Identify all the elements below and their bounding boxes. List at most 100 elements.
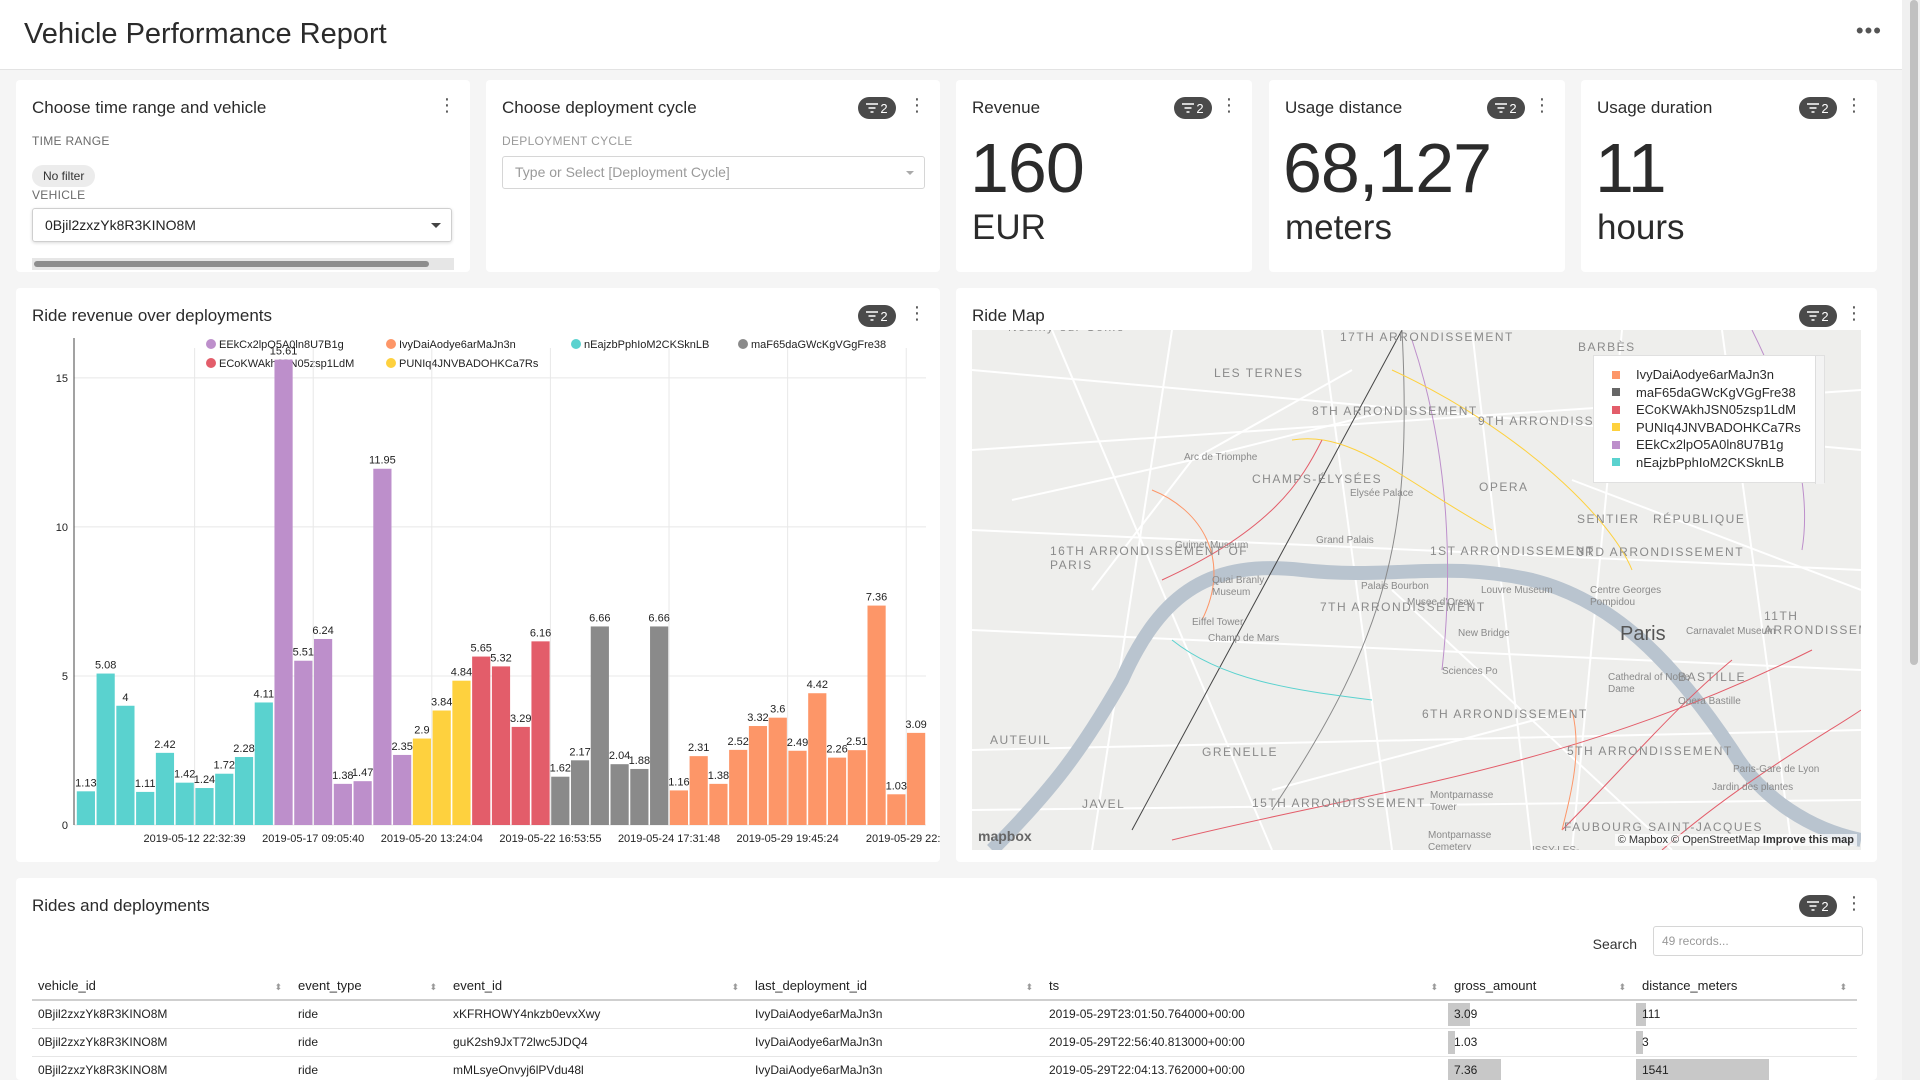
- legend-swatch: [571, 339, 581, 349]
- more-options-icon[interactable]: •••: [1856, 18, 1882, 44]
- map-legend-item: ECoKWAkhJSN05zsp1LdM: [1612, 401, 1824, 419]
- chart-bar: [610, 764, 629, 825]
- chart-bar: [630, 768, 649, 825]
- cell-event-type: ride: [292, 1056, 447, 1080]
- map-place-label: 7TH ARRONDISSEMENT: [1320, 600, 1486, 614]
- kpi-unit: meters: [1285, 208, 1392, 247]
- cell-event-id: guK2sh9JxT72lwc5JDQ4: [447, 1028, 749, 1057]
- card-menu-icon[interactable]: ⋮: [1845, 894, 1863, 912]
- map-legend-item: PUNIq4JNVBADOHKCa7Rs: [1612, 419, 1824, 437]
- bar-data-label: 5.32: [490, 652, 511, 664]
- column-header-event-type[interactable]: event_type ⬍: [292, 972, 447, 1001]
- legend-label: EEkCx2lpO5A0ln8U7B1g: [1636, 437, 1784, 453]
- map-place-label: Jardin des plantes: [1712, 782, 1794, 793]
- sort-icon[interactable]: ⬍: [1618, 982, 1626, 993]
- cell-last-deployment-id: IvyDaiAodye6arMaJn3n: [749, 1028, 1043, 1057]
- attribution-text[interactable]: © Mapbox © OpenStreetMap: [1618, 834, 1760, 846]
- kpi-card-revenue: Revenue 2 ⋮ 160 EUR: [956, 80, 1252, 272]
- x-tick-label: 2019-05-29 22:5: [866, 833, 940, 845]
- map-place-label: SENTIER: [1577, 512, 1640, 526]
- filter-badge[interactable]: 2: [1799, 305, 1837, 327]
- column-header-vehicle-id[interactable]: vehicle_id ⬍: [32, 972, 292, 1001]
- bar-data-label: 5.65: [471, 643, 492, 655]
- legend-label: PUNIq4JNVBADOHKCa7Rs: [399, 358, 539, 370]
- improve-map-link[interactable]: Improve this map: [1763, 834, 1854, 846]
- bar-data-label: 3.09: [905, 719, 926, 731]
- cell-value: 3.09: [1454, 1007, 1478, 1022]
- legend-swatch: [386, 339, 396, 349]
- page-scrollbar[interactable]: [1902, 0, 1920, 1080]
- chevron-down-icon: [906, 171, 914, 175]
- column-header-event-id[interactable]: event_id ⬍: [447, 972, 749, 1001]
- ride-path: [1561, 709, 1577, 831]
- bar-data-label: 2.49: [787, 737, 808, 749]
- chart-bar: [195, 788, 214, 825]
- bar-data-label: 4.42: [807, 679, 828, 691]
- sort-icon[interactable]: ⬍: [731, 982, 739, 993]
- deployment-cycle-select[interactable]: Type or Select [Deployment Cycle]: [502, 156, 925, 189]
- mapbox-logo[interactable]: mapbox: [978, 828, 1032, 844]
- table-row[interactable]: 0Bjil2zxzYk8R3KINO8M ride guK2sh9JxT72lwc5…: [32, 1028, 1857, 1057]
- sort-icon[interactable]: ⬍: [274, 982, 282, 993]
- search-input[interactable]: 49 records...: [1653, 926, 1863, 956]
- card-menu-icon[interactable]: ⋮: [438, 96, 456, 114]
- column-header-ts[interactable]: ts ⬍: [1043, 972, 1448, 1001]
- column-header-label: gross_amount: [1454, 978, 1537, 993]
- filter-badge[interactable]: 2: [1487, 97, 1525, 119]
- filter-badge[interactable]: 2: [1799, 895, 1837, 917]
- chart-bar: [590, 626, 609, 825]
- x-tick-label: 2019-05-20 13:24:04: [381, 833, 483, 845]
- legend-label: PUNIq4JNVBADOHKCa7Rs: [1636, 419, 1801, 435]
- filter-badge[interactable]: 2: [1799, 97, 1837, 119]
- kpi-value: 160: [970, 129, 1085, 207]
- legend-swatch: [1612, 405, 1620, 414]
- sort-icon[interactable]: ⬍: [1430, 982, 1438, 993]
- legend-swatch: [206, 339, 216, 349]
- map-place-label: New Bridge: [1458, 628, 1510, 639]
- chart-bar: [116, 705, 135, 825]
- legend-swatch: [386, 358, 396, 368]
- column-header-last-deployment-id[interactable]: last_deployment_id ⬍: [749, 972, 1043, 1001]
- ride-map-card: Ride Map 2 ⋮ LES TERNES 17TH ARRONDISSEM…: [956, 288, 1877, 862]
- bar-data-label: 1.38: [332, 770, 353, 782]
- legend-scrollbar[interactable]: [1815, 356, 1824, 484]
- filter-badge[interactable]: 2: [1174, 97, 1212, 119]
- sort-icon[interactable]: ⬍: [1839, 982, 1847, 993]
- time-range-filter-chip[interactable]: No filter: [32, 165, 96, 187]
- filter-count: 2: [1821, 100, 1829, 116]
- bar-data-label: 2.26: [826, 744, 847, 756]
- cell-ts: 2019-05-29T22:04:13.762000+00:00: [1043, 1056, 1448, 1080]
- kpi-value: 68,127: [1283, 129, 1492, 207]
- card-menu-icon[interactable]: ⋮: [1533, 96, 1551, 114]
- bar-data-label: 6.66: [589, 612, 610, 624]
- map-place-label: ISSY-LES-MOULINEAUX: [1532, 845, 1622, 850]
- column-header-distance-meters[interactable]: distance_meters ⬍: [1636, 972, 1857, 1001]
- sort-icon[interactable]: ⬍: [1025, 982, 1033, 993]
- chart-bar: [452, 680, 471, 825]
- chart-bar: [254, 702, 273, 825]
- filter-horizontal-scrollbar[interactable]: [32, 258, 454, 270]
- bar-data-label: 5.08: [95, 660, 116, 672]
- filter-scrollbar-thumb[interactable]: [34, 261, 429, 267]
- card-menu-icon[interactable]: ⋮: [1220, 96, 1238, 114]
- map-legend-item: maF65daGWcKgVGgFre38: [1612, 384, 1824, 402]
- ride-map[interactable]: Neuilly-sur-Seine LES TERNES 17TH ARRONDIS…: [972, 330, 1861, 850]
- filter-badge[interactable]: 2: [858, 97, 896, 119]
- sort-icon[interactable]: ⬍: [429, 982, 437, 993]
- vehicle-select[interactable]: 0Bjil2zxzYk8R3KINO8M: [32, 208, 452, 242]
- page-scrollbar-thumb[interactable]: [1910, 0, 1918, 665]
- legend-label: nEajzbPphIoM2CKSknLB: [1636, 454, 1785, 470]
- bar-data-label: 2.35: [391, 741, 412, 753]
- bar-data-label: 2.51: [846, 736, 867, 748]
- card-menu-icon[interactable]: ⋮: [908, 96, 926, 114]
- map-place-label: Paris: [1620, 623, 1666, 645]
- deployment-cycle-card: Choose deployment cycle 2 ⋮ DEPLOYMENT C…: [486, 80, 940, 272]
- chart-bar: [491, 666, 511, 825]
- cell-value: 1.03: [1454, 1035, 1478, 1049]
- legend-swatch: [1612, 388, 1620, 397]
- card-menu-icon[interactable]: ⋮: [1845, 304, 1863, 322]
- card-menu-icon[interactable]: ⋮: [1845, 96, 1863, 114]
- table-row[interactable]: 0Bjil2zxzYk8R3KINO8M ride mMLsyeOnvyj6lPVd…: [32, 1056, 1857, 1080]
- column-header-gross-amount[interactable]: gross_amount ⬍: [1448, 972, 1636, 1001]
- table-row[interactable]: 0Bjil2zxzYk8R3KINO8M ride xKFRHOWY4nkzb0ev…: [32, 1000, 1857, 1029]
